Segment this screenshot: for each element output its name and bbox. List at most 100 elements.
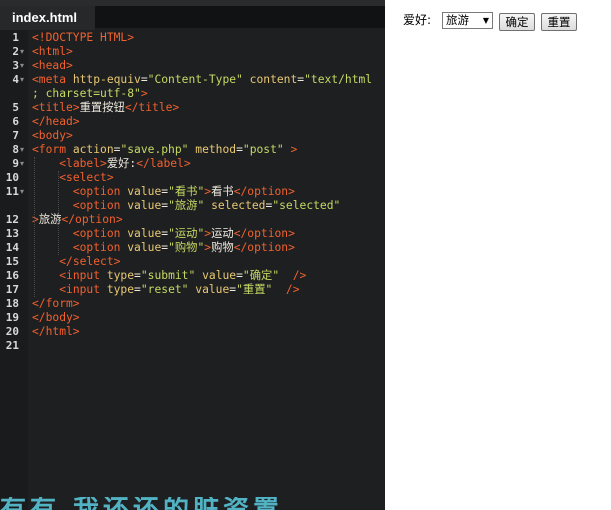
fold-toggle-icon[interactable]: ▾ (20, 73, 24, 87)
fold-toggle-icon[interactable]: ▾ (20, 185, 24, 199)
line-number: 15 (5, 255, 19, 268)
code-token: value (127, 199, 162, 212)
code-token: </body> (32, 311, 80, 324)
code-token: <body> (32, 129, 73, 142)
code-token: "确定" (242, 269, 280, 282)
code-token: = (134, 283, 141, 296)
fold-toggle-icon[interactable]: ▾ (20, 143, 24, 157)
line-number: 11 (5, 185, 19, 198)
code-token: </option> (233, 227, 295, 240)
code-line: >旅游</option> (32, 213, 123, 227)
code-token: type (106, 283, 135, 296)
code-token: "save.php" (120, 143, 189, 156)
code-token: <title> (32, 101, 80, 114)
code-token: </option> (233, 241, 295, 254)
code-token: value (127, 185, 162, 198)
code-line: <option value="运动">运动</option> (32, 227, 295, 241)
code-line: <form action="save.php" method="post" > (32, 143, 297, 157)
code-line: </select> (32, 255, 120, 269)
code-token: </head> (32, 115, 80, 128)
editor-tab-bar: index.html (0, 0, 385, 30)
code-token: </option> (233, 185, 295, 198)
fold-toggle-icon[interactable]: ▾ (20, 59, 24, 73)
code-token: type (106, 269, 135, 282)
fold-toggle-icon[interactable]: ▾ (20, 45, 24, 59)
code-token: value (195, 283, 230, 296)
line-number: 18 (5, 297, 19, 310)
code-token: http-equiv (72, 73, 141, 86)
code-token: > (140, 87, 148, 100)
code-line: <html> (32, 45, 73, 59)
code-token: value (127, 227, 162, 240)
code-token: "购物" (168, 241, 205, 254)
code-line: <title>重置按钮</title> (32, 101, 179, 115)
line-number-gutter: 1 2 3 4 5 6 7 8 9 10 11 12 13 14 15 16 17 18 19 20 21 ▾ ▾ ▾ ▾ ▾ ▾ (0, 30, 28, 510)
code-line: </head> (32, 115, 80, 129)
line-number: 16 (5, 269, 19, 282)
line-number: 21 (5, 339, 19, 352)
code-line: ; charset=utf-8"> (32, 87, 148, 101)
code-token: <option (72, 185, 128, 198)
code-line: <option value="看书">看书</option> (32, 185, 295, 199)
code-token: "重置" (236, 283, 273, 296)
code-line: </form> (32, 297, 80, 311)
line-number: 5 (12, 101, 19, 114)
code-line: <body> (32, 129, 73, 143)
code-token: = (140, 73, 148, 86)
indent-guide (58, 171, 59, 255)
code-token: </label> (136, 157, 191, 170)
submit-button[interactable]: 确定 (499, 13, 535, 31)
line-number: 9 (12, 157, 19, 170)
indent-guide (34, 157, 35, 297)
code-token: > (290, 143, 298, 156)
hobby-select[interactable]: 旅游 ▼ (442, 12, 493, 29)
tab-index-html[interactable]: index.html (0, 6, 95, 30)
code-line: <option value="购物">购物</option> (32, 241, 295, 255)
line-number: 2 (12, 45, 19, 58)
code-token: <meta (32, 73, 73, 86)
code-token: "selected" (272, 199, 341, 212)
line-number: 10 (5, 171, 19, 184)
code-token: method (195, 143, 237, 156)
code-token: content (249, 73, 298, 86)
code-token: = (236, 269, 243, 282)
code-token: </html> (32, 325, 80, 338)
code-token: <label> (59, 157, 107, 170)
fold-toggle-icon[interactable]: ▾ (20, 157, 24, 171)
code-editor[interactable]: index.html 1 2 3 4 5 6 7 8 9 10 11 12 13 14 15 16 17 18 19… (0, 0, 385, 510)
code-token: selected (211, 199, 266, 212)
code-line: <select> (32, 171, 114, 185)
code-token: <input (59, 269, 107, 282)
code-line: <input type="submit" value="确定" /> (32, 269, 306, 283)
code-token: value (202, 269, 237, 282)
code-token: 爱好: (106, 157, 137, 170)
reset-button[interactable]: 重置 (541, 13, 577, 31)
code-line: <input type="reset" value="重置" /> (32, 283, 299, 297)
code-token: action (72, 143, 114, 156)
code-token: "旅游" (168, 199, 205, 212)
code-token: 看书 (211, 185, 234, 198)
code-line: <meta http-equiv="Content-Type" content=… (32, 73, 372, 87)
code-token: <select> (59, 171, 114, 184)
code-area[interactable]: <!DOCTYPE HTML> <html> <head> <meta http-eq… (32, 30, 382, 370)
line-number: 3 (12, 59, 19, 72)
code-token: "post" (242, 143, 284, 156)
line-number: 17 (5, 283, 19, 296)
code-line: <label>爱好:</label> (32, 157, 191, 171)
code-token: <option (72, 199, 128, 212)
html-preview-pane: 爱好: 旅游 ▼ 确定 重置 (385, 0, 611, 510)
code-line: <!DOCTYPE HTML> (32, 31, 134, 45)
code-line: </body> (32, 311, 80, 325)
bottom-overlay-text: 有有 我还还的脏资置 (0, 497, 385, 510)
line-number: 20 (5, 325, 19, 338)
code-token: = (134, 269, 141, 282)
